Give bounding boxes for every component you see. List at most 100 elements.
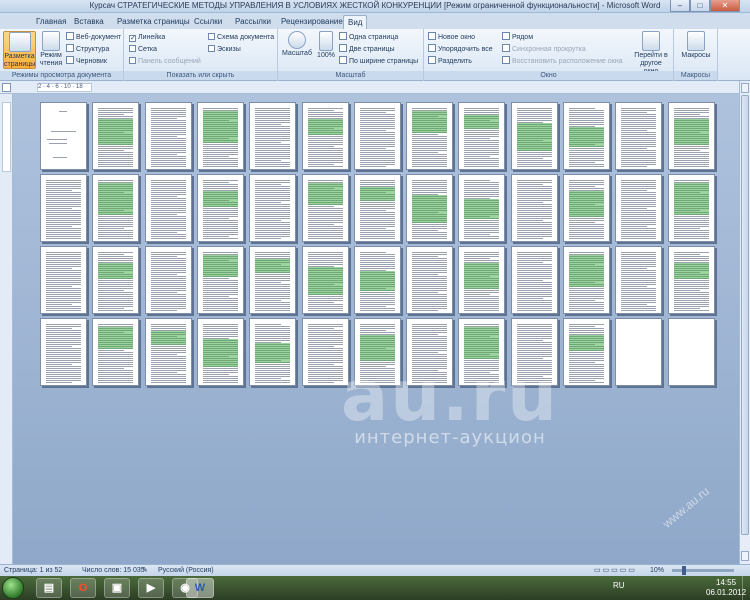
page-thumbnail[interactable]: [249, 246, 297, 314]
tab-home[interactable]: Главная: [32, 15, 70, 29]
page-width-button[interactable]: По ширине страницы: [339, 56, 418, 67]
page-thumbnail[interactable]: [563, 246, 610, 314]
language-indicator[interactable]: Русский (Россия): [158, 565, 214, 576]
tab-page-layout[interactable]: Разметка страницы: [113, 15, 194, 29]
page-thumbnail[interactable]: [144, 102, 192, 170]
page-thumbnail[interactable]: [196, 246, 244, 314]
page-thumbnail[interactable]: [563, 174, 610, 242]
explorer-taskbar-icon[interactable]: ▤: [36, 578, 62, 598]
thumbnails-checkbox[interactable]: Эскизы: [208, 44, 241, 55]
clock[interactable]: 14:55 06.01.2012: [706, 578, 746, 598]
page-thumbnail[interactable]: [196, 102, 244, 170]
tab-view[interactable]: Вид: [343, 15, 368, 29]
print-layout-button[interactable]: Разметка страницы: [3, 31, 36, 69]
view-buttons[interactable]: ▭ ▭ ▭ ▭ ▭: [594, 565, 635, 576]
page-thumbnail[interactable]: [353, 102, 401, 170]
page-thumbnail[interactable]: [667, 174, 715, 242]
zoom-button[interactable]: Масштаб: [281, 31, 313, 69]
new-window-button[interactable]: Новое окно: [428, 32, 475, 43]
page-thumbnail[interactable]: [510, 102, 558, 170]
scroll-thumb[interactable]: [741, 95, 749, 535]
page-thumbnail[interactable]: [40, 318, 87, 386]
page-thumbnail[interactable]: [615, 174, 663, 242]
page-thumbnail[interactable]: [301, 102, 349, 170]
macros-button[interactable]: Макросы: [678, 31, 714, 69]
scroll-up-icon[interactable]: [741, 83, 749, 93]
page-thumbnail[interactable]: [667, 318, 715, 386]
media-taskbar-icon[interactable]: ▶: [138, 578, 164, 598]
page-thumbnail[interactable]: [353, 174, 401, 242]
page-thumbnail[interactable]: [92, 102, 140, 170]
page-thumbnail[interactable]: [458, 246, 506, 314]
zoom-level[interactable]: 10%: [650, 565, 664, 576]
page-thumbnail[interactable]: [510, 174, 558, 242]
maximize-button[interactable]: □: [690, 0, 710, 12]
page-thumbnail[interactable]: [144, 174, 192, 242]
outline-button[interactable]: Структура: [66, 44, 109, 55]
page-thumbnail[interactable]: [667, 246, 715, 314]
word-count[interactable]: Число слов: 15 035: [82, 565, 145, 576]
tab-references[interactable]: Ссылки: [190, 15, 226, 29]
page-thumbnail[interactable]: [406, 174, 454, 242]
page-thumbnail[interactable]: [615, 246, 663, 314]
page-thumbnail[interactable]: [458, 174, 506, 242]
split-button[interactable]: Разделить: [428, 56, 472, 67]
reading-mode-button[interactable]: Режим чтения: [38, 31, 64, 69]
page-thumbnail[interactable]: [301, 174, 349, 242]
page-thumbnail[interactable]: [144, 318, 192, 386]
page-thumbnail[interactable]: [92, 318, 140, 386]
page-thumbnail[interactable]: [144, 246, 192, 314]
zoom-slider-handle[interactable]: [682, 566, 686, 575]
reset-window-position-button[interactable]: Восстановить расположение окна: [502, 56, 622, 67]
show-desktop-button[interactable]: [742, 576, 750, 600]
zoom-100-button[interactable]: 100%: [315, 31, 337, 69]
opera-taskbar-icon[interactable]: O: [70, 578, 96, 598]
ruler-checkbox[interactable]: ✓ Линейка: [129, 32, 165, 43]
web-layout-button[interactable]: Веб-документ: [66, 32, 121, 43]
one-page-button[interactable]: Одна страница: [339, 32, 398, 43]
page-thumbnail[interactable]: [615, 318, 663, 386]
page-thumbnail[interactable]: [615, 102, 663, 170]
page-thumbnail[interactable]: [249, 102, 297, 170]
page-thumbnail[interactable]: [563, 102, 610, 170]
page-thumbnail[interactable]: [40, 102, 87, 170]
page-thumbnail[interactable]: [353, 246, 401, 314]
two-pages-button[interactable]: Две страницы: [339, 44, 395, 55]
document-map-checkbox[interactable]: Схема документа: [208, 32, 274, 43]
page-thumbnail[interactable]: [92, 174, 140, 242]
page-thumbnail[interactable]: [301, 246, 349, 314]
page-thumbnail[interactable]: [406, 102, 454, 170]
tab-insert[interactable]: Вставка: [70, 15, 108, 29]
sync-scroll-button[interactable]: Синхронная прокрутка: [502, 44, 586, 55]
grid-checkbox[interactable]: Сетка: [129, 44, 157, 55]
message-bar-checkbox[interactable]: Панель сообщений: [129, 56, 201, 67]
draft-button[interactable]: Черновик: [66, 56, 107, 67]
page-thumbnail[interactable]: [249, 174, 297, 242]
page-thumbnail[interactable]: [196, 318, 244, 386]
document-area[interactable]: [13, 94, 739, 564]
page-thumbnail[interactable]: [249, 318, 297, 386]
word-taskbar-icon[interactable]: W: [186, 578, 214, 598]
page-thumbnail[interactable]: [40, 174, 87, 242]
spellcheck-icon[interactable]: ✎: [142, 565, 148, 576]
page-counter[interactable]: Страница: 1 из 52: [4, 565, 62, 576]
page-thumbnail[interactable]: [667, 102, 715, 170]
page-thumbnail[interactable]: [92, 246, 140, 314]
page-thumbnail[interactable]: [40, 246, 87, 314]
tab-selector-icon[interactable]: [2, 83, 11, 92]
minimize-button[interactable]: –: [670, 0, 690, 12]
page-thumbnail[interactable]: [510, 246, 558, 314]
tab-review[interactable]: Рецензирование: [277, 15, 347, 29]
arrange-all-button[interactable]: Упорядочить все: [428, 44, 493, 55]
tab-mailings[interactable]: Рассылки: [231, 15, 275, 29]
page-thumbnail[interactable]: [406, 246, 454, 314]
side-by-side-button[interactable]: Рядом: [502, 32, 533, 43]
vertical-scrollbar[interactable]: [739, 81, 750, 564]
language-tray[interactable]: RU: [613, 581, 625, 590]
scroll-down-icon[interactable]: [741, 551, 749, 561]
page-thumbnail[interactable]: [458, 102, 506, 170]
page-thumbnail[interactable]: [196, 174, 244, 242]
close-button[interactable]: ✕: [710, 0, 740, 12]
start-button-icon[interactable]: [2, 577, 24, 599]
folder-taskbar-icon[interactable]: ▣: [104, 578, 130, 598]
